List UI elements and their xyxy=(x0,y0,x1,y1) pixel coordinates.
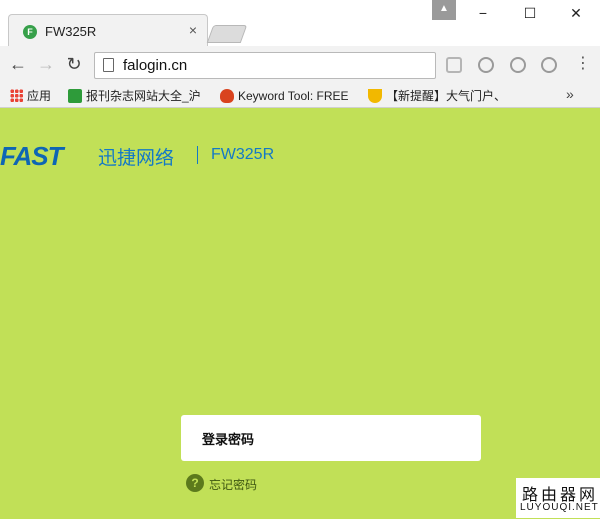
circle-ext-icon[interactable] xyxy=(510,57,526,73)
feather-icon[interactable] xyxy=(446,57,462,73)
forgot-password-label: 忘记密码 xyxy=(209,478,258,492)
trophy-icon xyxy=(368,89,382,103)
bookmark-apps[interactable]: 应用 xyxy=(10,87,51,105)
user-icon: ▲ xyxy=(439,3,449,14)
tab-close-icon[interactable]: × xyxy=(189,22,197,38)
fast-favicon-icon: F xyxy=(23,25,37,39)
bookmarks-bar: 应用 报刊杂志网站大全_沪 Keyword Tool: FREE 【新提醒】大气… xyxy=(0,84,600,108)
shield-icon[interactable] xyxy=(478,57,494,73)
brand-name: 迅捷网络 xyxy=(98,148,175,169)
minimize-button[interactable]: − xyxy=(468,3,498,23)
maximize-button[interactable]: ☐ xyxy=(515,3,545,23)
new-tab-button[interactable] xyxy=(206,25,248,43)
watermark: 路由器网 LUYOUQI.NET xyxy=(516,478,600,518)
circle-ext-icon[interactable] xyxy=(541,57,557,73)
bookmark-newspaper[interactable]: 报刊杂志网站大全_沪 xyxy=(68,87,201,105)
url-text[interactable]: falogin.cn xyxy=(123,57,187,74)
reload-icon[interactable]: ↻ xyxy=(64,54,84,74)
browser-tab[interactable]: F FW325R × xyxy=(8,14,208,47)
bookmark-keyword-tool[interactable]: Keyword Tool: FREE xyxy=(220,87,349,105)
model-name: FW325R xyxy=(211,146,275,163)
watermark-en: LUYOUQI.NET xyxy=(520,502,599,513)
address-bar[interactable]: falogin.cn xyxy=(94,52,436,79)
bookmark-green-icon xyxy=(68,89,82,103)
password-input[interactable]: 登录密码 xyxy=(181,415,481,461)
flame-icon xyxy=(220,89,234,103)
question-icon: ? xyxy=(186,474,204,492)
browser-toolbar: ← → ↻ falogin.cn ⋮ xyxy=(0,46,600,84)
menu-icon[interactable]: ⋮ xyxy=(575,55,591,73)
apps-icon xyxy=(10,89,23,102)
browser-titlebar: F FW325R × ▲ − ☐ ✕ xyxy=(0,0,600,47)
close-window-button[interactable]: ✕ xyxy=(561,3,591,23)
back-arrow-icon[interactable]: ← xyxy=(8,54,28,74)
header-divider xyxy=(197,146,198,164)
bookmark-reminder[interactable]: 【新提醒】大气门户、 xyxy=(368,87,506,105)
profile-button[interactable]: ▲ xyxy=(432,0,456,20)
tab-title: FW325R xyxy=(45,24,97,39)
router-login-page: FAST 迅捷网络 FW325R 登录密码 ? 忘记密码 路由器网 LUYOUQ… xyxy=(0,108,600,519)
forward-arrow-icon[interactable]: → xyxy=(36,54,56,74)
page-icon xyxy=(103,58,114,72)
bookmarks-overflow-icon[interactable]: » xyxy=(566,86,574,102)
fast-logo: FAST xyxy=(0,141,63,171)
password-placeholder: 登录密码 xyxy=(202,432,255,447)
